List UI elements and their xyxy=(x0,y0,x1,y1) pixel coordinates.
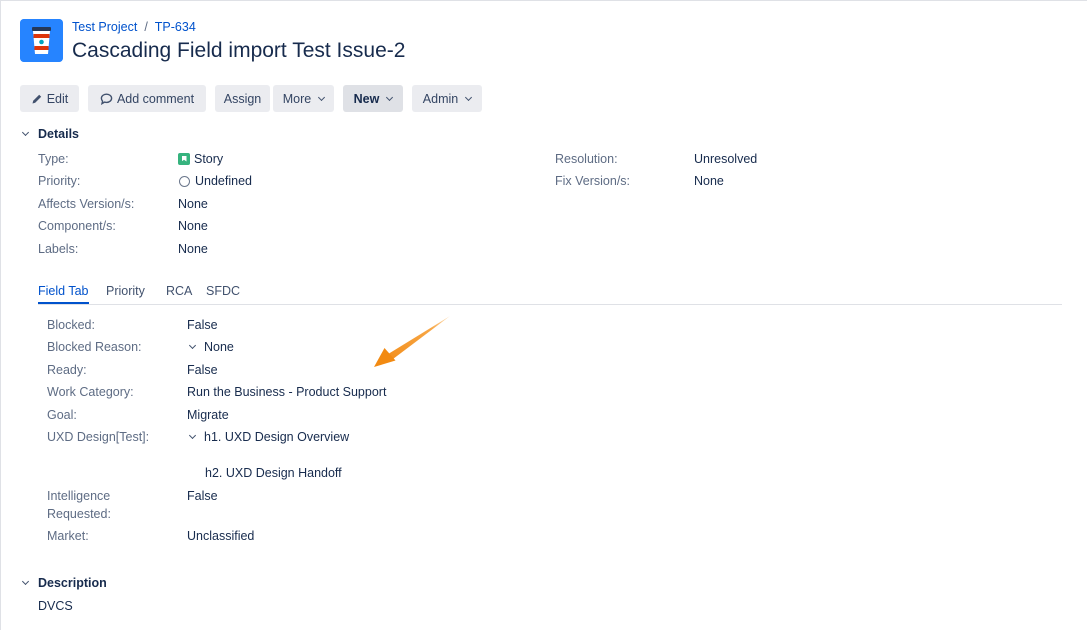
fix-versions-value[interactable]: None xyxy=(694,174,724,188)
annotation-arrow-icon xyxy=(374,316,450,367)
affects-versions-label: Affects Version/s: xyxy=(38,197,135,211)
breadcrumb: Test Project / TP-634 xyxy=(72,20,196,34)
uxd-design-heading-1: h1. UXD Design Overview xyxy=(204,430,350,444)
window-top-border xyxy=(0,0,1087,1)
goal-label: Goal: xyxy=(47,408,77,422)
more-button-label: More xyxy=(282,91,312,106)
new-button-label: New xyxy=(353,91,380,106)
details-section-toggle[interactable]: Details xyxy=(20,127,79,141)
labels-label: Labels: xyxy=(38,242,79,256)
admin-button-label: Admin xyxy=(422,91,459,106)
tabs-divider xyxy=(38,304,1062,305)
more-dropdown-button[interactable]: More xyxy=(273,85,334,112)
add-comment-button-label: Add comment xyxy=(116,91,195,106)
chevron-down-icon[interactable] xyxy=(188,341,197,350)
priority-undefined-icon xyxy=(179,175,190,187)
breadcrumb-separator: / xyxy=(144,20,148,34)
comment-icon xyxy=(100,92,113,105)
components-value[interactable]: None xyxy=(178,219,208,233)
chevron-down-icon xyxy=(21,577,30,586)
chevron-down-icon xyxy=(465,93,473,101)
assign-button-label: Assign xyxy=(223,91,262,106)
story-icon xyxy=(178,153,190,165)
uxd-design-value[interactable]: h1. UXD Design Overview xyxy=(187,430,349,444)
fix-versions-label: Fix Version/s: xyxy=(555,174,631,188)
tab-sfdc[interactable]: SFDC xyxy=(206,284,240,298)
labels-value[interactable]: None xyxy=(178,242,208,256)
description-text[interactable]: DVCS xyxy=(38,599,73,613)
description-heading: Description xyxy=(38,576,107,590)
admin-dropdown-button[interactable]: Admin xyxy=(412,85,482,112)
work-category-label: Work Category: xyxy=(47,385,134,399)
pencil-icon xyxy=(31,93,43,105)
ready-value[interactable]: False xyxy=(187,363,218,377)
issue-summary-title[interactable]: Cascading Field import Test Issue-2 xyxy=(72,39,405,63)
blocked-reason-value[interactable]: None xyxy=(187,340,234,354)
edit-button[interactable]: Edit xyxy=(20,85,79,112)
type-value-text: Story xyxy=(194,152,224,166)
type-label: Type: xyxy=(38,152,69,166)
uxd-design-heading-2: h2. UXD Design Handoff xyxy=(205,466,342,480)
tab-priority[interactable]: Priority xyxy=(106,284,145,298)
breadcrumb-project-link[interactable]: Test Project xyxy=(72,20,137,34)
blocked-reason-label: Blocked Reason: xyxy=(47,340,142,354)
chevron-down-icon xyxy=(318,93,326,101)
work-category-value[interactable]: Run the Business - Product Support xyxy=(187,385,386,399)
goal-value[interactable]: Migrate xyxy=(187,408,229,422)
intelligence-requested-value[interactable]: False xyxy=(187,489,218,503)
project-avatar-icon[interactable] xyxy=(20,19,63,62)
description-section-toggle[interactable]: Description xyxy=(20,576,107,590)
blocked-reason-value-text: None xyxy=(204,340,234,354)
window-left-border xyxy=(0,0,1,630)
market-label: Market: xyxy=(47,529,89,543)
tab-rca[interactable]: RCA xyxy=(166,284,192,298)
details-heading: Details xyxy=(38,127,79,141)
edit-button-label: Edit xyxy=(46,91,69,106)
type-value[interactable]: Story xyxy=(178,152,223,166)
ready-label: Ready: xyxy=(47,363,87,377)
breadcrumb-issue-key-link[interactable]: TP-634 xyxy=(155,20,196,34)
tab-field-tab[interactable]: Field Tab xyxy=(38,284,89,298)
market-value[interactable]: Unclassified xyxy=(187,529,254,543)
uxd-design-label: UXD Design[Test]: xyxy=(47,430,150,444)
priority-value-text: Undefined xyxy=(195,174,252,188)
blocked-value[interactable]: False xyxy=(187,318,218,332)
add-comment-button[interactable]: Add comment xyxy=(88,85,206,112)
affects-versions-value[interactable]: None xyxy=(178,197,208,211)
resolution-value: Unresolved xyxy=(694,152,758,166)
components-label: Component/s: xyxy=(38,219,116,233)
intelligence-requested-label: Intelligence xyxy=(47,489,111,503)
chevron-down-icon xyxy=(21,128,30,137)
chevron-down-icon xyxy=(386,93,394,101)
resolution-label: Resolution: xyxy=(555,152,618,166)
chevron-down-icon[interactable] xyxy=(188,431,197,440)
priority-label: Priority: xyxy=(38,174,81,188)
new-dropdown-button[interactable]: New xyxy=(343,85,403,112)
intelligence-requested-label-line-2: Requested: xyxy=(47,507,111,521)
blocked-label: Blocked: xyxy=(47,318,95,332)
priority-value[interactable]: Undefined xyxy=(179,174,252,188)
assign-button[interactable]: Assign xyxy=(215,85,270,112)
